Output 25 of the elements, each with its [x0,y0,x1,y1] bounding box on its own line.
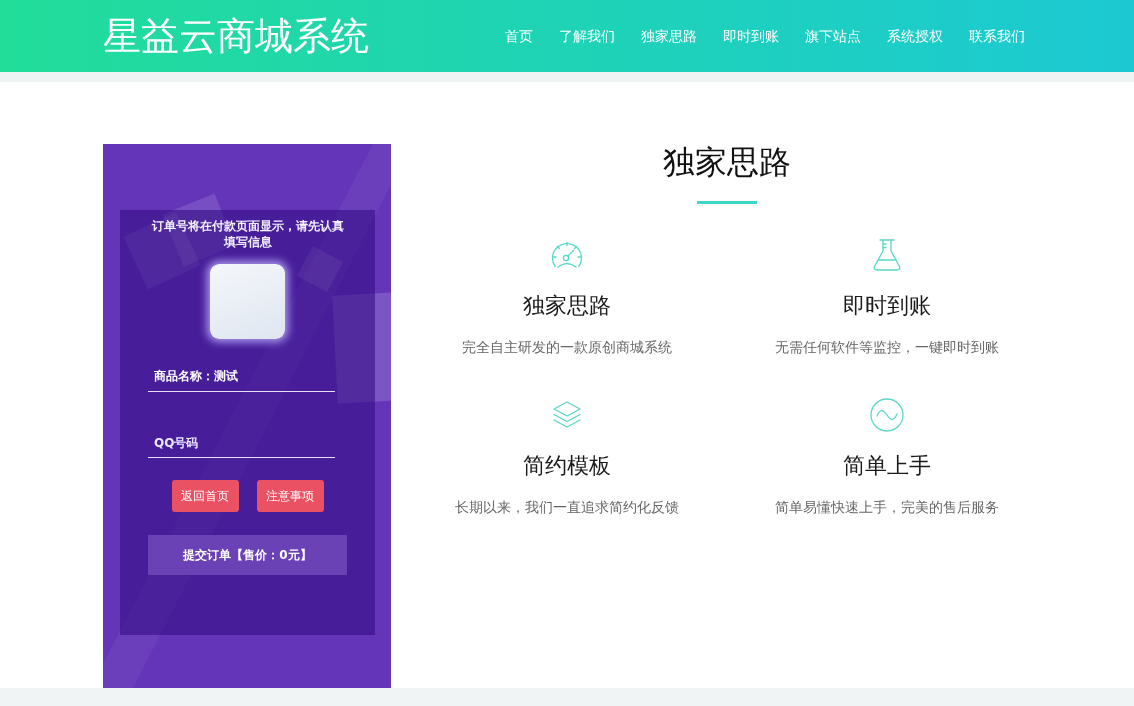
feature-description: 长期以来，我们一直追求简约化反馈 [455,498,679,517]
feature-description: 简单易懂快速上手，完美的售后服务 [775,498,999,517]
notice-text: 订单号将在付款页面显示，请先认真填写信息 [150,218,345,250]
feature-title: 简约模板 [523,452,611,480]
notice-button[interactable]: 注意事项 [256,480,324,512]
wave-icon [869,397,905,433]
home-button[interactable]: 返回首页 [171,480,239,512]
input-field[interactable]: QQ号码 [148,428,335,458]
nav-link[interactable]: 即时到账 [723,26,779,46]
section-heading: 独家思路 [663,142,791,182]
nav-link[interactable]: 联系我们 [969,26,1025,46]
site-logo[interactable]: 星益云商城系统 [103,14,369,58]
feature-title: 独家思路 [523,292,611,320]
feature-title: 即时到账 [843,292,931,320]
nav-link[interactable]: 了解我们 [559,26,615,46]
feature-title: 简单上手 [843,452,931,480]
submit-button[interactable]: 提交订单【售价：0元】 [148,535,347,575]
heading-underline [697,201,757,204]
feature-description: 完全自主研发的一款原创商城系统 [462,338,672,357]
nav-link[interactable]: 独家思路 [641,26,697,46]
nav-link[interactable]: 系统授权 [887,26,943,46]
nav-link[interactable]: 旗下站点 [805,26,861,46]
nav-link[interactable]: 首页 [505,26,533,46]
feature-description: 无需任何软件等监控，一键即时到账 [775,338,999,357]
input-field[interactable]: 商品名称：测试 [148,362,335,392]
